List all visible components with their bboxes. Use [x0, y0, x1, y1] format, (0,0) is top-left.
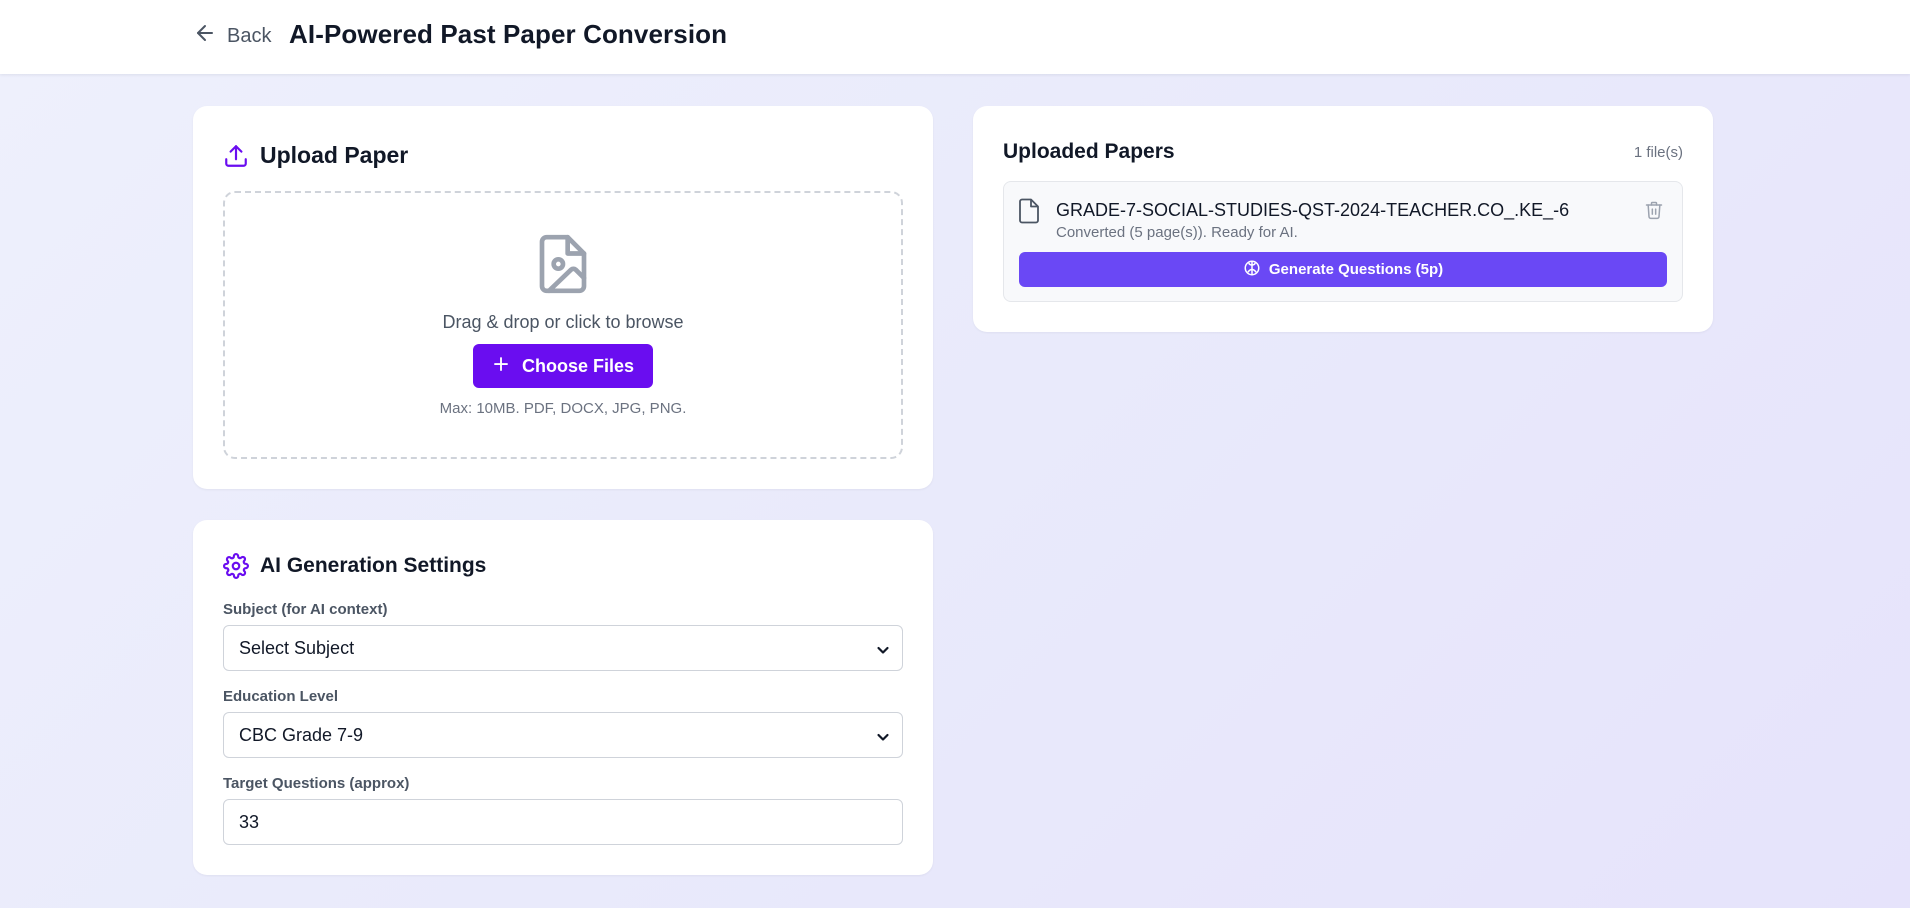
target-questions-value: 33 — [239, 811, 260, 832]
education-level-value: CBC Grade 7-9 — [239, 724, 364, 745]
education-level-label: Education Level — [223, 688, 339, 705]
target-questions-label: Target Questions (approx) — [223, 775, 410, 792]
chevron-down-icon — [876, 641, 890, 655]
upload-card-header: Upload Paper — [223, 142, 408, 169]
back-label: Back — [227, 24, 272, 47]
settings-card-title: AI Generation Settings — [260, 554, 487, 577]
education-level-select[interactable]: CBC Grade 7-9 — [223, 712, 903, 758]
top-bar: Back AI-Powered Past Paper Conversion — [0, 0, 1910, 74]
target-questions-input[interactable]: 33 — [223, 799, 903, 845]
plus-icon — [492, 355, 510, 378]
subject-select[interactable]: Select Subject — [223, 625, 903, 671]
chevron-down-icon — [876, 728, 890, 742]
file-dropzone[interactable]: Drag & drop or click to browse Choose Fi… — [223, 191, 903, 459]
subject-select-value: Select Subject — [239, 637, 355, 658]
upload-card-title: Upload Paper — [260, 142, 409, 168]
brain-icon — [1243, 259, 1261, 281]
choose-files-button[interactable]: Choose Files — [472, 344, 654, 388]
generate-questions-button[interactable]: Generate Questions (5p) — [1019, 252, 1667, 287]
back-button[interactable]: Back — [193, 22, 271, 50]
file-name: GRADE-7-SOCIAL-STUDIES-QST-2024-TEACHER.… — [1056, 200, 1570, 220]
page-title: AI-Powered Past Paper Conversion — [289, 19, 728, 49]
choose-files-label: Choose Files — [521, 355, 635, 376]
file-image-icon — [535, 233, 591, 295]
upload-icon — [223, 143, 249, 169]
trash-icon[interactable] — [1644, 200, 1664, 220]
uploaded-papers-card: Uploaded Papers 1 file(s) GRADE-7-SOCIAL… — [973, 106, 1713, 332]
arrow-left-icon — [193, 21, 217, 51]
file-icon — [1018, 198, 1040, 224]
subject-label: Subject (for AI context) — [223, 601, 388, 618]
upload-card: Upload Paper Drag & drop or click to bro… — [193, 106, 933, 489]
upload-hint: Max: 10MB. PDF, DOCX, JPG, PNG. — [439, 400, 687, 417]
settings-card: AI Generation Settings Subject (for AI c… — [193, 520, 933, 875]
file-status: Converted (5 page(s)). Ready for AI. — [1056, 224, 1298, 241]
file-count: 1 file(s) — [1633, 144, 1683, 161]
settings-card-header: AI Generation Settings — [223, 553, 486, 579]
uploaded-papers-title: Uploaded Papers — [1003, 140, 1175, 163]
dropzone-text: Drag & drop or click to browse — [442, 312, 684, 332]
file-item: GRADE-7-SOCIAL-STUDIES-QST-2024-TEACHER.… — [1003, 181, 1683, 302]
generate-questions-label: Generate Questions (5p) — [1268, 261, 1444, 278]
gear-icon — [223, 553, 249, 579]
